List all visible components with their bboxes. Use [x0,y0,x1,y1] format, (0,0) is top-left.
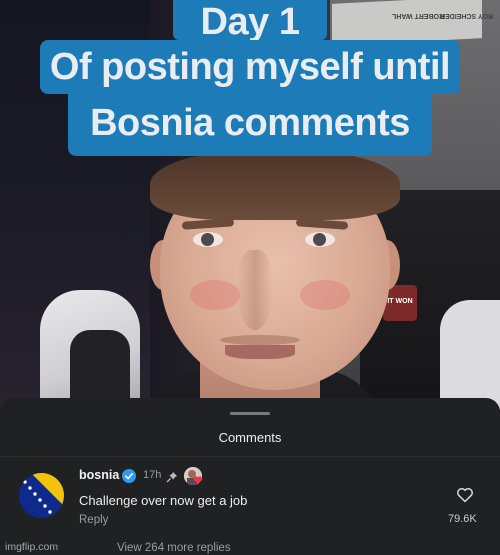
person-pupil-right [313,233,326,246]
reply-button[interactable]: Reply [79,514,108,526]
chair-logo-text: IT WON [387,298,413,305]
person-mouth [225,345,295,359]
comment-text: Challenge over now get a job [79,493,248,508]
sheet-divider [0,456,500,457]
screenshot-frame: ROBERT WAHL ROY SCHEIDER IT WON Day 1 Of… [0,0,500,555]
comment-timestamp: 17h [143,469,162,481]
caption-line-2: Of posting myself until [39,40,461,94]
like-count: 79.6K [448,513,477,525]
comments-sheet: Comments bosnia 17h Challenge over now g… [0,398,500,555]
sheet-drag-handle[interactable] [230,412,270,415]
pin-icon [166,472,177,483]
video-caption: Day 1 Of posting myself until Bosnia com… [6,0,494,158]
person-mustache [220,335,300,345]
person-cheek-right [300,280,350,310]
video-frame[interactable]: ROBERT WAHL ROY SCHEIDER IT WON Day 1 Of… [0,0,500,410]
comment-username[interactable]: bosnia [79,468,119,482]
heart-badge-icon [193,476,203,484]
caption-line-1: Day 1 [172,0,328,43]
comments-title: Comments [218,430,282,445]
bosnia-flag-avatar[interactable] [19,473,64,518]
heart-icon[interactable] [456,486,474,504]
gaming-chair-right-trim [440,300,500,410]
imgflip-watermark: imgflip.com [5,541,59,553]
caption-line-3: Bosnia comments [68,94,432,156]
person-pupil-left [201,233,214,246]
person-cheek-left [190,280,240,310]
person-nose [237,250,273,330]
view-more-replies-link[interactable]: View 264 more replies [117,542,231,554]
verified-badge-icon [122,469,136,483]
person-hair [150,148,400,220]
